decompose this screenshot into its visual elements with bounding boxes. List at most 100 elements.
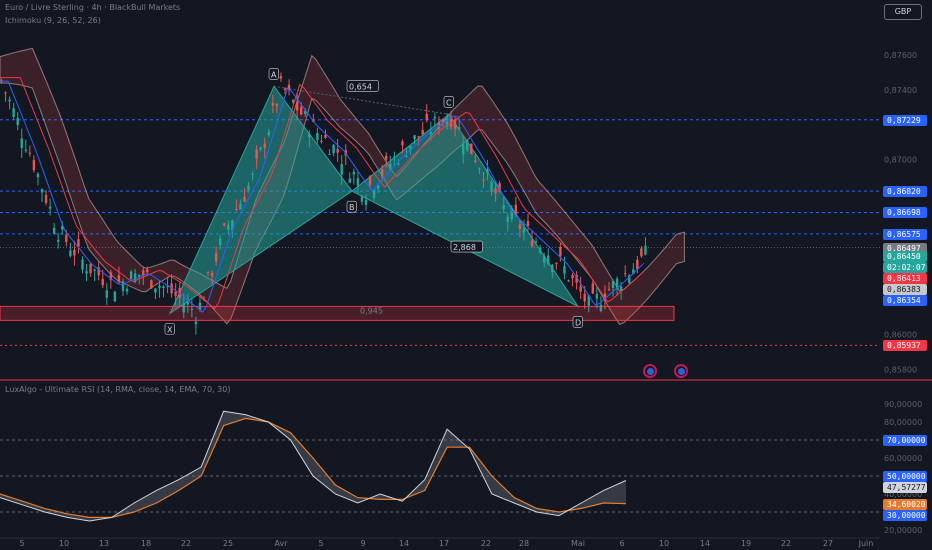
candle-body bbox=[522, 228, 526, 233]
candle-body bbox=[385, 156, 388, 160]
candle-body bbox=[4, 92, 7, 94]
candle-body bbox=[158, 285, 161, 289]
time-tick-label: 6 bbox=[619, 539, 624, 548]
candle-body bbox=[348, 178, 351, 183]
candle-body bbox=[267, 132, 270, 136]
candle-body bbox=[401, 141, 404, 146]
candle-body bbox=[235, 208, 238, 211]
chart-canvas[interactable]: 0,87600 0,87400 0,87000 0,86000 0,85800 X A B C D… bbox=[0, 0, 932, 550]
event-marker-icon[interactable] bbox=[674, 364, 688, 378]
candle-body bbox=[619, 286, 623, 291]
candle-body bbox=[279, 76, 283, 79]
candle-body bbox=[113, 291, 117, 302]
candle-body bbox=[93, 269, 96, 271]
harmonic-ratio: 0,945 bbox=[360, 306, 383, 315]
candle-body bbox=[494, 188, 497, 194]
candle-body bbox=[352, 171, 356, 175]
candle-body bbox=[340, 164, 343, 175]
price-tick-label: 0,87000 bbox=[884, 156, 917, 165]
price-tag: 0,86383 bbox=[883, 283, 927, 295]
candle-body bbox=[251, 173, 254, 175]
candle-body bbox=[518, 224, 522, 229]
candle-body bbox=[247, 185, 250, 191]
candle-body bbox=[85, 271, 88, 274]
candle-body bbox=[194, 321, 198, 325]
price-tick-label: 0,85800 bbox=[884, 365, 917, 374]
harmonic-point-label: B bbox=[349, 203, 355, 212]
harmonic-ratio: 2,868 bbox=[453, 243, 476, 252]
time-tick-label: 17 bbox=[439, 539, 449, 548]
candle-body bbox=[462, 144, 465, 155]
harmonic-point-label: A bbox=[271, 70, 277, 79]
candle-body bbox=[223, 223, 226, 225]
candle-body bbox=[478, 168, 481, 170]
candle-body bbox=[65, 234, 68, 242]
candle-body bbox=[263, 143, 266, 149]
candle-body bbox=[611, 280, 615, 289]
candle-body bbox=[24, 149, 27, 151]
time-tick-label: 10 bbox=[659, 539, 669, 548]
candle-body bbox=[599, 304, 603, 311]
candle-body bbox=[579, 286, 582, 292]
candle-body bbox=[397, 163, 400, 165]
candle-body bbox=[506, 216, 509, 222]
time-tick-label: 9 bbox=[360, 539, 365, 548]
rsi-tag: 50,00000 bbox=[883, 471, 927, 482]
candle-body bbox=[421, 129, 424, 135]
rsi-legend[interactable]: LuxAlgo - Ultimate RSI (14, RMA, close, … bbox=[5, 385, 230, 394]
candle-body bbox=[534, 241, 538, 243]
candle-body bbox=[563, 266, 566, 274]
candle-body bbox=[526, 220, 530, 227]
candle-body bbox=[316, 132, 319, 141]
candle-body bbox=[206, 271, 210, 273]
candle-body bbox=[40, 189, 44, 193]
candle-body bbox=[360, 196, 364, 202]
candle-body bbox=[129, 271, 133, 280]
rsi-tick-label: 60,00000 bbox=[884, 454, 922, 463]
candle-body bbox=[105, 290, 108, 298]
candle-body bbox=[57, 239, 60, 242]
candle-body bbox=[538, 247, 542, 253]
chart-title: Euro / Livre Sterling · 4h · BlackBull M… bbox=[5, 3, 181, 12]
candle-body bbox=[182, 303, 185, 313]
candle-body bbox=[502, 205, 505, 210]
candle-body bbox=[567, 280, 570, 282]
price-tag: 02:02:07 bbox=[883, 261, 927, 273]
candle-body bbox=[324, 134, 327, 138]
candle-body bbox=[8, 99, 11, 102]
time-tick-label: 5 bbox=[318, 539, 323, 548]
candle-body bbox=[530, 240, 534, 247]
price-tag: 0,85937 bbox=[883, 340, 927, 352]
rsi-tick-label: 90,00000 bbox=[884, 400, 922, 409]
candle-body bbox=[121, 281, 125, 291]
harmonic-point-label: D bbox=[575, 318, 581, 327]
candle-body bbox=[559, 246, 562, 257]
candle-body bbox=[644, 245, 647, 255]
currency-button[interactable]: GBP bbox=[884, 4, 922, 20]
candle-body bbox=[28, 152, 32, 154]
price-tag: 0,86698 bbox=[883, 207, 927, 219]
candle-body bbox=[425, 113, 428, 121]
candle-body bbox=[595, 293, 599, 299]
candle-body bbox=[81, 259, 84, 270]
candle-body bbox=[547, 255, 550, 264]
candle-body bbox=[405, 155, 408, 157]
rsi-tag: 30,00000 bbox=[883, 510, 927, 521]
harmonic-ratio: 0,654 bbox=[349, 82, 372, 91]
candle-body bbox=[320, 140, 323, 142]
candle-body bbox=[125, 288, 129, 292]
harmonic-xab bbox=[168, 85, 353, 315]
candle-body bbox=[162, 286, 165, 289]
candle-body bbox=[150, 280, 153, 289]
rsi-fill bbox=[0, 411, 626, 521]
event-marker-icon[interactable] bbox=[643, 364, 657, 378]
harmonic-point-label: X bbox=[167, 325, 173, 334]
candle-body bbox=[381, 169, 384, 177]
candle-body bbox=[239, 203, 242, 210]
candle-body bbox=[16, 117, 19, 126]
ichimoku-legend[interactable]: Ichimoku (9, 26, 52, 26) bbox=[5, 16, 101, 25]
candle-body bbox=[36, 173, 40, 178]
candle-body bbox=[219, 238, 222, 246]
time-tick-label: 10 bbox=[59, 539, 69, 548]
candle-body bbox=[393, 156, 396, 158]
